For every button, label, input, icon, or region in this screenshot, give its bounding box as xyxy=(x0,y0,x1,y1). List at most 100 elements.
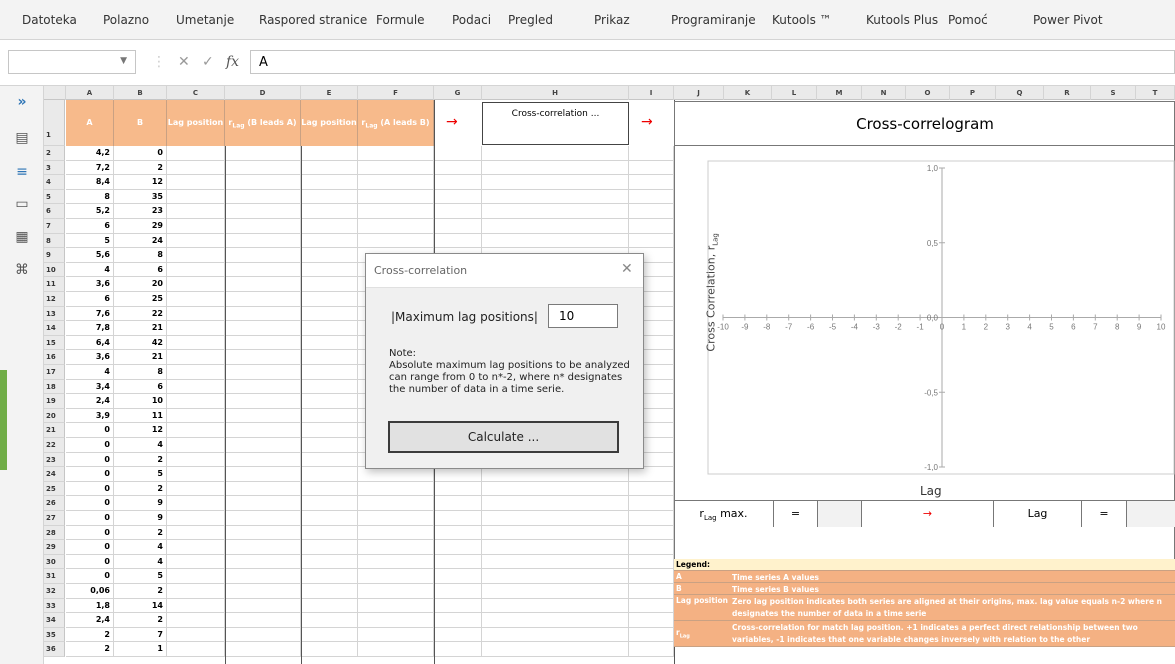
cell-empty[interactable] xyxy=(167,350,225,365)
equals-sign[interactable]: = xyxy=(1082,501,1127,527)
cell-empty[interactable] xyxy=(225,554,301,570)
column-header-d[interactable]: D xyxy=(225,86,301,100)
row-number[interactable]: 1 xyxy=(44,100,65,146)
cell-empty[interactable] xyxy=(301,438,358,453)
cell-empty[interactable] xyxy=(167,394,225,409)
column-header-t[interactable]: T xyxy=(1136,86,1175,100)
cell-empty[interactable] xyxy=(167,189,225,205)
tab-6[interactable]: Pregled xyxy=(508,13,553,27)
cell-empty[interactable] xyxy=(301,335,358,351)
row-number[interactable]: 4 xyxy=(44,175,65,190)
cell-a[interactable]: 0 xyxy=(66,511,114,526)
cell-empty[interactable] xyxy=(301,160,358,176)
cell-empty[interactable] xyxy=(167,365,225,380)
cell-empty[interactable] xyxy=(358,175,434,190)
row-number[interactable]: 23 xyxy=(44,452,65,468)
cell-empty[interactable] xyxy=(629,160,674,176)
max-lag-input[interactable] xyxy=(548,304,618,328)
cancel-icon[interactable]: ✕ xyxy=(178,54,190,70)
cell-b[interactable]: 35 xyxy=(114,189,167,205)
cell-empty[interactable] xyxy=(629,496,674,511)
tab-2[interactable]: Umetanje xyxy=(176,13,234,27)
cell-b[interactable]: 1 xyxy=(114,642,167,657)
cell-empty[interactable] xyxy=(167,423,225,438)
column-header-m[interactable]: M xyxy=(817,86,862,100)
cell-empty[interactable] xyxy=(225,175,301,190)
cell-empty[interactable] xyxy=(225,321,301,336)
cell-empty[interactable] xyxy=(225,248,301,263)
cell-b[interactable]: 24 xyxy=(114,233,167,249)
cell-empty[interactable] xyxy=(167,598,225,614)
cell-empty[interactable] xyxy=(482,642,629,657)
cell-b[interactable]: 11 xyxy=(114,408,167,424)
cell-empty[interactable] xyxy=(629,175,674,190)
row-number[interactable]: 10 xyxy=(44,262,65,278)
cell-empty[interactable] xyxy=(167,613,225,628)
cell-empty[interactable] xyxy=(225,467,301,482)
r-lag-max-value[interactable] xyxy=(818,501,862,527)
header-r-lag-a-leads-b[interactable]: rLag (A leads B) xyxy=(358,100,434,146)
cell-empty[interactable] xyxy=(225,204,301,219)
header-b[interactable]: B xyxy=(114,100,167,146)
column-header-i[interactable]: I xyxy=(629,86,674,100)
cell-empty[interactable] xyxy=(629,204,674,219)
cell-empty[interactable] xyxy=(629,511,674,526)
cell-empty[interactable] xyxy=(482,160,629,176)
cell-empty[interactable] xyxy=(434,511,482,526)
column-header-f[interactable]: F xyxy=(358,86,434,100)
cell-empty[interactable] xyxy=(358,569,434,584)
row-number[interactable]: 5 xyxy=(44,189,65,205)
cell-a[interactable]: 7,8 xyxy=(66,321,114,336)
header-lag-position-1[interactable]: Lag position xyxy=(167,100,225,146)
cell-empty[interactable] xyxy=(301,321,358,336)
cell-empty[interactable] xyxy=(434,642,482,657)
formula-input[interactable]: A xyxy=(250,50,1175,74)
row-number[interactable]: 2 xyxy=(44,146,65,161)
cell-a[interactable]: 0 xyxy=(66,496,114,511)
cell-empty[interactable] xyxy=(301,204,358,219)
cell-b[interactable]: 2 xyxy=(114,452,167,468)
cell-empty[interactable] xyxy=(225,525,301,541)
cell-empty[interactable] xyxy=(482,189,629,205)
cell-empty[interactable] xyxy=(301,642,358,657)
cell-empty[interactable] xyxy=(358,160,434,176)
cell-a[interactable]: 2,4 xyxy=(66,394,114,409)
cell-empty[interactable] xyxy=(167,219,225,234)
cell-empty[interactable] xyxy=(167,584,225,599)
cell-empty[interactable] xyxy=(629,540,674,555)
cell-a[interactable]: 3,9 xyxy=(66,408,114,424)
cell-empty[interactable] xyxy=(167,175,225,190)
cell-empty[interactable] xyxy=(225,642,301,657)
cell-a[interactable]: 3,6 xyxy=(66,277,114,292)
lag-value[interactable] xyxy=(1127,501,1175,527)
column-header-q[interactable]: Q xyxy=(996,86,1044,100)
cell-a[interactable]: 0 xyxy=(66,525,114,541)
cell-b[interactable]: 10 xyxy=(114,394,167,409)
cell-empty[interactable] xyxy=(301,408,358,424)
cell-b[interactable]: 29 xyxy=(114,219,167,234)
row-number[interactable]: 30 xyxy=(44,554,65,570)
cell-empty[interactable] xyxy=(434,219,482,234)
cell-empty[interactable] xyxy=(301,350,358,365)
tab-3[interactable]: Raspored stranice xyxy=(259,13,367,27)
cell-empty[interactable] xyxy=(301,277,358,292)
cell-empty[interactable] xyxy=(629,146,674,161)
cell-empty[interactable] xyxy=(225,569,301,584)
cell-empty[interactable] xyxy=(167,540,225,555)
cell-empty[interactable] xyxy=(225,511,301,526)
cell-empty[interactable] xyxy=(434,525,482,541)
cell-b[interactable]: 42 xyxy=(114,335,167,351)
cell-empty[interactable] xyxy=(482,569,629,584)
cell-empty[interactable] xyxy=(167,379,225,395)
column-header-e[interactable]: E xyxy=(301,86,358,100)
cell-empty[interactable] xyxy=(629,189,674,205)
column-header-r[interactable]: R xyxy=(1044,86,1091,100)
row-number[interactable]: 3 xyxy=(44,160,65,176)
cell-empty[interactable] xyxy=(482,496,629,511)
cell-a[interactable]: 4,2 xyxy=(66,146,114,161)
legend-row-b[interactable]: B Time series B values xyxy=(674,583,1175,595)
cell-empty[interactable] xyxy=(482,584,629,599)
cell-empty[interactable] xyxy=(225,481,301,497)
cell-empty[interactable] xyxy=(358,584,434,599)
cell-a[interactable]: 5 xyxy=(66,233,114,249)
